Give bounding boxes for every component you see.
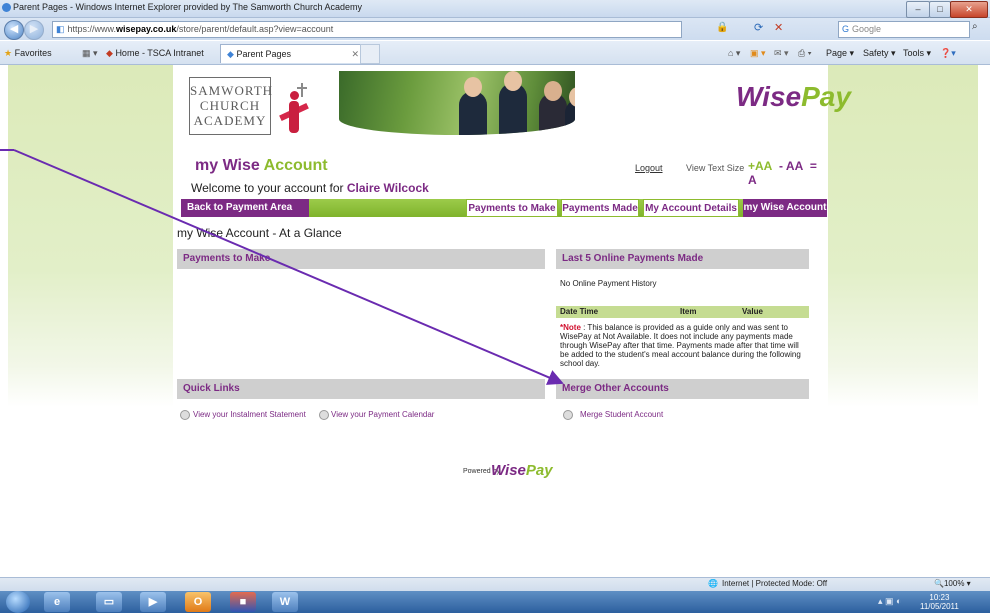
- zoom-control[interactable]: 🔍100% ▾: [934, 579, 971, 588]
- zoom-level: 100%: [943, 579, 965, 588]
- annotation-arrow: [0, 149, 564, 385]
- taskbar: e ▭ ▶ O ■ W ▴ ▣ ◐ 10:23 11/05/2011: [0, 591, 990, 613]
- explorer-taskbar-icon[interactable]: ▭: [96, 592, 122, 612]
- security-zone[interactable]: Internet | Protected Mode: Off: [722, 579, 827, 588]
- media-taskbar-icon[interactable]: ▶: [140, 592, 166, 612]
- clock-time: 10:23: [929, 593, 950, 602]
- app-taskbar-icon[interactable]: ■: [230, 592, 256, 612]
- clock-date: 11/05/2011: [920, 602, 959, 611]
- start-button[interactable]: [6, 591, 30, 613]
- globe-icon: 🌐: [708, 579, 718, 588]
- ie-taskbar-icon[interactable]: e: [44, 592, 70, 612]
- outlook-taskbar-icon[interactable]: O: [185, 592, 211, 612]
- clock[interactable]: 10:23 11/05/2011: [920, 593, 959, 611]
- tray-icons: ▴ ▣ ◐: [878, 596, 902, 606]
- status-bar: 🌐 Internet | Protected Mode: Off 🔍100% ▾: [0, 577, 990, 592]
- word-taskbar-icon[interactable]: W: [272, 592, 298, 612]
